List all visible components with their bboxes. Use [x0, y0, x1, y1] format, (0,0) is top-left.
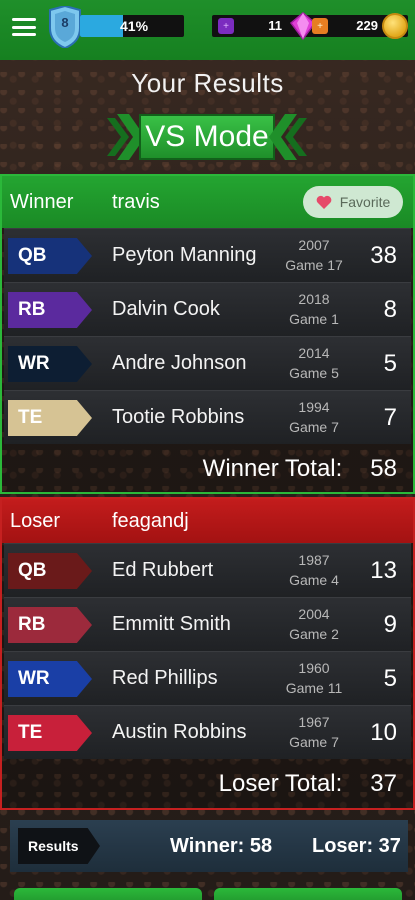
- player-name: Ed Rubbert: [112, 559, 214, 581]
- player-row: TE Austin Robbins 1967 Game 7 10: [4, 705, 411, 759]
- player-game: Game 4: [289, 572, 339, 588]
- player-year: 1987: [298, 552, 330, 568]
- winner-username: travis: [112, 190, 160, 213]
- results-summary: Results Winner: 58 Loser: 37: [10, 820, 408, 872]
- level-number: 8: [61, 15, 69, 30]
- player-game: Game 1: [289, 311, 339, 327]
- player-game: Game 5: [289, 365, 339, 381]
- add-coins-icon[interactable]: +: [312, 18, 328, 34]
- right-chevron-icon: [269, 114, 307, 160]
- loser-panel: Loser feagandj QB Ed Rubbert 1987 Game 4…: [0, 497, 415, 810]
- player-game: Game 7: [289, 419, 339, 435]
- results-tag: Results: [18, 828, 100, 864]
- player-score: 38: [370, 242, 397, 269]
- player-row: WR Andre Johnson 2014 Game 5 5: [4, 336, 411, 390]
- favorite-button[interactable]: Favorite: [303, 186, 403, 218]
- heart-icon: [316, 195, 332, 209]
- player-year: 2014: [298, 345, 330, 361]
- player-year: 1967: [298, 714, 330, 730]
- currency-bar: + 11 + 229: [212, 12, 408, 41]
- player-game: Game 11: [285, 680, 343, 696]
- page-title: Your Results: [131, 68, 284, 98]
- player-row: RB Emmitt Smith 2004 Game 2 9: [4, 597, 411, 651]
- winner-total-label: Winner Total:: [202, 455, 343, 482]
- player-season: 1994 Game 7: [284, 397, 344, 437]
- player-row: QB Ed Rubbert 1987 Game 4 13: [4, 543, 411, 597]
- position-tag: WR: [8, 661, 92, 697]
- summary-winner-score: Winner: 58: [170, 835, 273, 857]
- winner-header: Winner travis Favorite: [2, 176, 413, 228]
- player-score: 13: [370, 557, 397, 584]
- player-season: 2014 Game 5: [284, 343, 344, 383]
- menu-icon[interactable]: [12, 18, 36, 36]
- loser-total-value: 37: [370, 770, 397, 797]
- player-year: 2018: [298, 291, 330, 307]
- mode-title: VS Mode: [139, 114, 275, 160]
- player-year: 2007: [298, 237, 330, 253]
- player-row: RB Dalvin Cook 2018 Game 1 8: [4, 282, 411, 336]
- player-name: Peyton Manning: [112, 244, 257, 266]
- position-tag: QB: [8, 238, 92, 274]
- player-name: Emmitt Smith: [112, 613, 231, 635]
- player-score: 7: [383, 404, 397, 431]
- player-row: TE Tootie Robbins 1994 Game 7 7: [4, 390, 411, 444]
- loser-header: Loser feagandj: [2, 499, 413, 543]
- player-season: 2004 Game 2: [284, 604, 344, 644]
- player-score: 10: [370, 719, 397, 746]
- player-score: 5: [383, 665, 397, 692]
- player-season: 2018 Game 1: [284, 289, 344, 329]
- player-season: 2007 Game 17: [284, 235, 344, 275]
- player-name: Dalvin Cook: [112, 298, 220, 320]
- favorite-label: Favorite: [339, 194, 391, 210]
- loser-total: Loser Total: 37: [2, 759, 413, 809]
- player-game: Game 2: [289, 626, 339, 642]
- player-year: 2004: [298, 606, 330, 622]
- player-year: 1994: [298, 399, 330, 415]
- player-name: Tootie Robbins: [112, 406, 245, 428]
- gem-count: 11: [268, 18, 282, 33]
- position-tag: QB: [8, 553, 92, 589]
- loser-total-label: Loser Total:: [218, 770, 343, 797]
- winner-total: Winner Total: 58: [2, 444, 413, 494]
- xp-percent: 41%: [120, 18, 149, 34]
- position-tag: TE: [8, 400, 92, 436]
- player-season: 1967 Game 7: [284, 712, 344, 752]
- xp-progress-bar: 41%: [80, 15, 184, 37]
- mode-banner: VS Mode: [107, 110, 307, 164]
- summary-loser-score: Loser: 37: [312, 835, 401, 857]
- player-season: 1987 Game 4: [284, 550, 344, 590]
- position-tag: TE: [8, 715, 92, 751]
- coin-count: 229: [356, 18, 378, 33]
- coin-icon: [382, 13, 408, 39]
- player-game: Game 7: [289, 734, 339, 750]
- player-score: 8: [383, 296, 397, 323]
- bottom-right-button[interactable]: [214, 888, 402, 900]
- winner-total-value: 58: [370, 455, 397, 482]
- loser-label: Loser: [10, 509, 61, 532]
- loser-player-list: QB Ed Rubbert 1987 Game 4 13 RB Emmitt S…: [4, 543, 411, 759]
- winner-player-list: QB Peyton Manning 2007 Game 17 38 RB Dal…: [4, 228, 411, 444]
- player-name: Red Phillips: [112, 667, 218, 689]
- add-gems-icon[interactable]: +: [218, 18, 234, 34]
- player-score: 9: [383, 611, 397, 638]
- player-row: QB Peyton Manning 2007 Game 17 38: [4, 228, 411, 282]
- player-season: 1960 Game 11: [284, 658, 344, 698]
- top-bar: 8 41% + 11 + 229: [0, 0, 415, 60]
- player-game: Game 17: [285, 257, 343, 273]
- position-tag: WR: [8, 346, 92, 382]
- winner-label: Winner: [10, 190, 74, 213]
- player-score: 5: [383, 350, 397, 377]
- loser-username: feagandj: [112, 509, 189, 532]
- player-name: Andre Johnson: [112, 352, 247, 374]
- position-tag: RB: [8, 292, 92, 328]
- position-tag: RB: [8, 607, 92, 643]
- winner-panel: Winner travis Favorite QB Peyton Manning…: [0, 174, 415, 494]
- bottom-left-button[interactable]: [14, 888, 202, 900]
- player-row: WR Red Phillips 1960 Game 11 5: [4, 651, 411, 705]
- player-year: 1960: [298, 660, 330, 676]
- player-name: Austin Robbins: [112, 721, 247, 743]
